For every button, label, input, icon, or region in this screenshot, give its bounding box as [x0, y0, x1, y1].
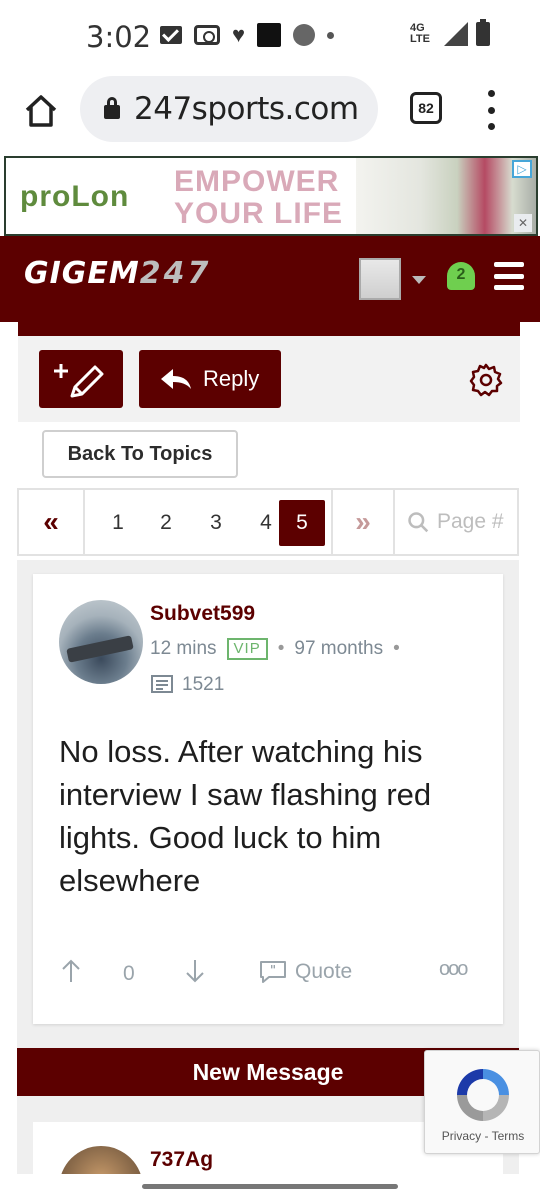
more-options-button[interactable]: ooo	[439, 958, 468, 981]
pencil-plus-icon	[54, 364, 104, 398]
post-time: 12 mins	[150, 638, 217, 659]
site-header: GIGEM247 2	[0, 236, 540, 322]
arrow-up-icon	[62, 959, 80, 982]
reply-arrow-icon	[161, 369, 191, 389]
ad-brand-logo: proLon	[20, 180, 130, 213]
page-jump	[407, 502, 517, 542]
mail-icon	[160, 26, 182, 44]
vip-badge: VIP	[226, 638, 268, 660]
recaptcha-privacy-link[interactable]: Privacy	[442, 1129, 481, 1143]
battery-icon	[476, 19, 490, 46]
browser-menu-button[interactable]	[486, 90, 496, 130]
upvote-button[interactable]	[61, 958, 81, 990]
ad-headline-line2: YOUR LIFE	[174, 197, 344, 230]
ad-close-icon[interactable]: ✕	[514, 214, 532, 232]
settings-button[interactable]	[468, 362, 504, 398]
menu-dot-icon	[487, 106, 495, 114]
meta-separator: •	[277, 638, 285, 659]
header-underbar	[18, 322, 520, 336]
home-gesture-handle[interactable]	[142, 1184, 398, 1189]
post-count-value: 1521	[182, 674, 225, 695]
home-icon	[25, 95, 57, 127]
recaptcha-links: Privacy - Terms	[425, 1129, 540, 1143]
next-post-author-name[interactable]: 737Ag	[150, 1148, 213, 1172]
post-meta: 12 mins VIP • 97 months •	[150, 638, 400, 660]
quote-icon: "	[260, 961, 286, 983]
more-notifications-dot-icon	[327, 31, 335, 39]
lock-icon	[104, 97, 120, 119]
status-bar: 3:02 ♥ 4G LTE	[0, 0, 540, 72]
hamburger-menu-icon[interactable]	[494, 262, 524, 290]
recaptcha-icon	[457, 1069, 509, 1121]
recaptcha-terms-link[interactable]: Terms	[492, 1129, 525, 1143]
quote-button[interactable]: " Quote	[259, 960, 352, 984]
page-2-button[interactable]: 2	[143, 500, 189, 546]
ad-headline-line1: EMPOWER	[174, 165, 340, 198]
tab-switcher-button[interactable]: 82	[410, 92, 442, 124]
notifications-button[interactable]: 2	[445, 258, 477, 294]
quote-label: Quote	[295, 960, 353, 983]
post-author-name[interactable]: Subvet599	[150, 602, 255, 626]
site-logo-text: GIGEM	[24, 256, 140, 291]
svg-text:": "	[270, 963, 276, 977]
app-circle-icon	[293, 24, 316, 46]
first-page-button[interactable]: «	[19, 490, 85, 554]
iheart-icon: ♥	[232, 22, 246, 47]
browser-toolbar: 247sports.com 82	[0, 72, 540, 154]
gear-icon	[469, 363, 503, 397]
app-square-icon	[257, 23, 282, 47]
posts-icon	[151, 675, 173, 693]
ad-banner[interactable]: proLon EMPOWER YOUR LIFE ▷ ✕	[4, 156, 538, 236]
recaptcha-separator: -	[484, 1129, 489, 1143]
post-card: Subvet599 12 mins VIP • 97 months • 1521…	[33, 574, 503, 1024]
ad-choices-icon[interactable]: ▷	[512, 160, 532, 178]
page-5-button-active[interactable]: 5	[279, 500, 325, 546]
back-to-topics-button[interactable]: Back To Topics	[42, 430, 238, 478]
notification-count: 2	[456, 266, 466, 283]
system-icons: 4G LTE	[410, 19, 490, 46]
network-type-label: 4G LTE	[410, 22, 430, 45]
post-body: No loss. After watching his interview I …	[59, 734, 432, 898]
topic-toolbar: Reply	[18, 336, 520, 422]
signal-icon	[444, 22, 468, 46]
site-logo-number: 247	[139, 256, 212, 291]
status-time: 3:02	[86, 20, 152, 54]
user-avatar[interactable]	[359, 258, 401, 300]
page-1-button[interactable]: 1	[95, 500, 141, 546]
gesture-navigation-bar	[0, 1174, 540, 1200]
downvote-button[interactable]	[185, 958, 205, 990]
pagination: « 1 2 3 4 5 »	[17, 488, 519, 556]
post-count: 1521	[150, 674, 224, 696]
page-3-button[interactable]: 3	[193, 500, 239, 546]
notification-icons: ♥	[160, 22, 335, 48]
address-bar[interactable]: 247sports.com	[80, 76, 378, 142]
last-page-button[interactable]: »	[331, 490, 395, 554]
arrow-down-icon	[186, 960, 204, 983]
site-logo[interactable]: GIGEM247	[24, 256, 211, 291]
member-tenure: 97 months	[294, 638, 384, 659]
url-text[interactable]: 247sports.com	[134, 91, 359, 127]
chevron-down-icon[interactable]	[412, 276, 426, 284]
menu-dot-icon	[487, 90, 495, 97]
home-button[interactable]	[22, 92, 60, 130]
radio-icon	[194, 25, 220, 45]
ad-product-image	[356, 158, 536, 234]
reply-button[interactable]: Reply	[139, 350, 281, 408]
post-author-avatar[interactable]	[59, 600, 143, 684]
new-topic-button[interactable]	[39, 350, 123, 408]
reply-button-label: Reply	[203, 366, 260, 391]
vote-count: 0	[123, 962, 135, 985]
menu-dot-icon	[487, 123, 495, 130]
page-number-input[interactable]	[437, 510, 517, 534]
recaptcha-badge[interactable]: Privacy - Terms	[424, 1050, 540, 1154]
meta-separator: •	[393, 638, 400, 659]
post-actions: 0 " Quote ooo	[59, 956, 489, 992]
search-icon	[408, 512, 429, 533]
ad-headline: EMPOWER YOUR LIFE	[174, 166, 343, 230]
